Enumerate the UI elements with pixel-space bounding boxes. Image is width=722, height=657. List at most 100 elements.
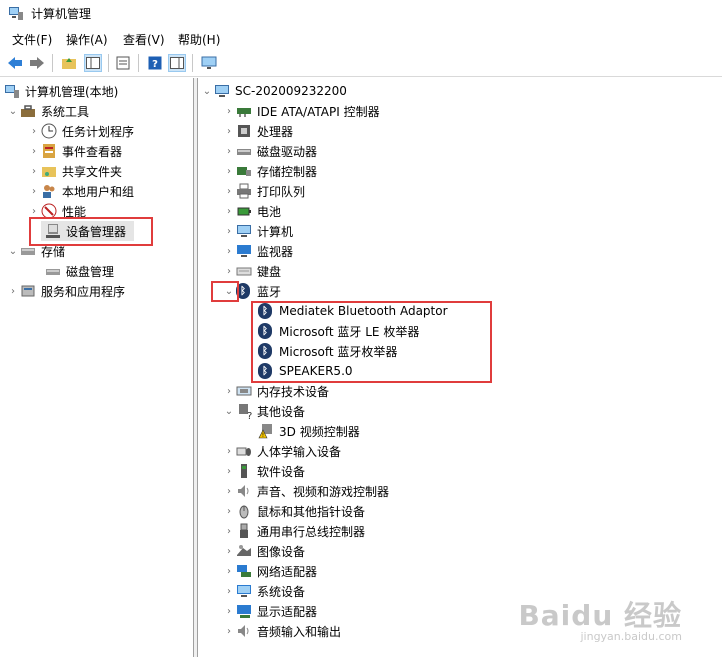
tree-item-computer-management[interactable]: 计算机管理(本地)	[4, 81, 118, 101]
bluetooth-device[interactable]: ᛒ Microsoft 蓝牙 LE 枚举器	[258, 321, 419, 341]
chevron-right-icon[interactable]: ›	[27, 141, 41, 161]
tree-item-system-tools[interactable]: ⌄ 系统工具	[6, 101, 89, 121]
chevron-right-icon[interactable]: ›	[222, 221, 236, 241]
device-tree-root[interactable]: ⌄ SC-202009232200	[200, 81, 347, 101]
device-category[interactable]: › 鼠标和其他指针设备	[222, 501, 365, 521]
chevron-down-icon[interactable]: ⌄	[6, 241, 20, 261]
device-category[interactable]: › 系统设备	[222, 581, 305, 601]
shared-folder-icon	[41, 163, 57, 179]
device-category[interactable]: › IDE ATA/ATAPI 控制器	[222, 101, 380, 121]
menu-action[interactable]: 操作(A)	[66, 31, 108, 48]
tree-item-services[interactable]: › 服务和应用程序	[6, 281, 125, 301]
scan-hardware-icon[interactable]	[200, 54, 218, 72]
menu-help[interactable]: 帮助(H)	[178, 31, 220, 48]
display-adapter-icon	[236, 603, 252, 619]
tree-item-label: 任务计划程序	[62, 124, 135, 139]
device-category[interactable]: › 磁盘驱动器	[222, 141, 317, 161]
device-category-label: 蓝牙	[257, 284, 282, 299]
chevron-right-icon[interactable]: ›	[222, 241, 236, 261]
chevron-right-icon[interactable]: ›	[27, 181, 41, 201]
device-category[interactable]: › 内存技术设备	[222, 381, 329, 401]
device-category-label: 处理器	[257, 124, 294, 139]
tree-item-shared-folders[interactable]: › 共享文件夹	[27, 161, 122, 181]
device-category-bluetooth[interactable]: ⌄ ᛒ 蓝牙	[222, 281, 281, 301]
services-icon	[20, 283, 36, 299]
event-viewer-icon	[41, 143, 57, 159]
action-pane-icon[interactable]	[168, 54, 186, 72]
chevron-right-icon[interactable]: ›	[222, 441, 236, 461]
chevron-right-icon[interactable]: ›	[27, 121, 41, 141]
device-category[interactable]: › 电池	[222, 201, 281, 221]
watermark-brand: Baidu 经验	[518, 599, 682, 632]
tree-item-performance[interactable]: › 性能	[27, 201, 86, 221]
device-category[interactable]: › 键盘	[222, 261, 281, 281]
device-category-label: IDE ATA/ATAPI 控制器	[257, 104, 380, 119]
chevron-right-icon[interactable]: ›	[222, 481, 236, 501]
device-category[interactable]: › 处理器	[222, 121, 293, 141]
bluetooth-device[interactable]: ᛒ Microsoft 蓝牙枚举器	[258, 341, 397, 361]
chevron-right-icon[interactable]: ›	[222, 141, 236, 161]
chevron-right-icon[interactable]: ›	[222, 601, 236, 621]
device-category[interactable]: › 软件设备	[222, 461, 305, 481]
chevron-right-icon[interactable]: ›	[222, 541, 236, 561]
other-device-item[interactable]: ! 3D 视频控制器	[258, 421, 360, 441]
chevron-right-icon[interactable]: ›	[222, 521, 236, 541]
device-category[interactable]: › 监视器	[222, 241, 293, 261]
speaker-icon	[236, 483, 252, 499]
computer-icon	[214, 83, 230, 99]
chevron-right-icon[interactable]: ›	[222, 121, 236, 141]
chevron-right-icon[interactable]: ›	[222, 501, 236, 521]
device-category[interactable]: › 音频输入和输出	[222, 621, 341, 641]
tree-item-local-users[interactable]: › 本地用户和组	[27, 181, 134, 201]
bluetooth-device[interactable]: ᛒ Mediatek Bluetooth Adaptor	[258, 301, 448, 321]
bluetooth-device[interactable]: ᛒ SPEAKER5.0	[258, 361, 353, 381]
device-category[interactable]: › 人体学输入设备	[222, 441, 341, 461]
tree-item-disk-management[interactable]: 磁盘管理	[41, 261, 114, 281]
chevron-right-icon[interactable]: ›	[222, 161, 236, 181]
device-category[interactable]: › 打印队列	[222, 181, 305, 201]
device-category[interactable]: › 计算机	[222, 221, 293, 241]
device-category[interactable]: › 存储控制器	[222, 161, 317, 181]
chevron-right-icon[interactable]: ›	[222, 201, 236, 221]
chevron-right-icon[interactable]: ›	[222, 561, 236, 581]
menu-view[interactable]: 查看(V)	[123, 31, 165, 48]
up-folder-icon[interactable]	[60, 54, 78, 72]
tree-item-task-scheduler[interactable]: › 任务计划程序	[27, 121, 134, 141]
device-category[interactable]: › 网络适配器	[222, 561, 317, 581]
device-category-label: 系统设备	[257, 584, 306, 599]
tree-item-storage[interactable]: ⌄ 存储	[6, 241, 65, 261]
chevron-right-icon[interactable]: ›	[6, 281, 20, 301]
chevron-down-icon[interactable]: ⌄	[6, 101, 20, 121]
properties-icon[interactable]	[114, 54, 132, 72]
show-hide-tree-icon[interactable]	[84, 54, 102, 72]
device-category-label: 网络适配器	[257, 564, 318, 579]
device-category[interactable]: › 图像设备	[222, 541, 305, 561]
device-category[interactable]: ⌄ ? 其他设备	[222, 401, 305, 422]
chevron-right-icon[interactable]: ›	[222, 381, 236, 401]
tree-item-label: 存储	[41, 244, 66, 259]
device-category[interactable]: › 显示适配器	[222, 601, 317, 621]
chevron-down-icon[interactable]: ⌄	[222, 401, 236, 421]
bluetooth-icon: ᛒ	[258, 363, 274, 379]
back-icon[interactable]	[6, 54, 24, 72]
forward-icon[interactable]	[28, 54, 46, 72]
chevron-right-icon[interactable]: ›	[222, 181, 236, 201]
tree-item-device-manager[interactable]: 设备管理器	[41, 221, 135, 241]
chevron-right-icon[interactable]: ›	[222, 101, 236, 121]
menu-file[interactable]: 文件(F)	[12, 31, 52, 48]
chevron-right-icon[interactable]: ›	[222, 581, 236, 601]
chevron-right-icon[interactable]: ›	[222, 621, 236, 641]
chevron-right-icon[interactable]: ›	[27, 201, 41, 221]
tree-item-event-viewer[interactable]: › 事件查看器	[27, 141, 122, 161]
disk-icon	[45, 263, 61, 279]
chevron-down-icon[interactable]: ⌄	[222, 281, 236, 301]
device-category[interactable]: › 声音、视频和游戏控制器	[222, 481, 389, 501]
chevron-right-icon[interactable]: ›	[27, 161, 41, 181]
device-category-label: 通用串行总线控制器	[257, 524, 366, 539]
chevron-down-icon[interactable]: ⌄	[200, 81, 214, 101]
chevron-right-icon[interactable]: ›	[222, 261, 236, 281]
bluetooth-device-label: SPEAKER5.0	[279, 364, 353, 378]
device-category[interactable]: › 通用串行总线控制器	[222, 521, 365, 541]
chevron-right-icon[interactable]: ›	[222, 461, 236, 481]
help-icon[interactable]: ?	[146, 54, 164, 72]
